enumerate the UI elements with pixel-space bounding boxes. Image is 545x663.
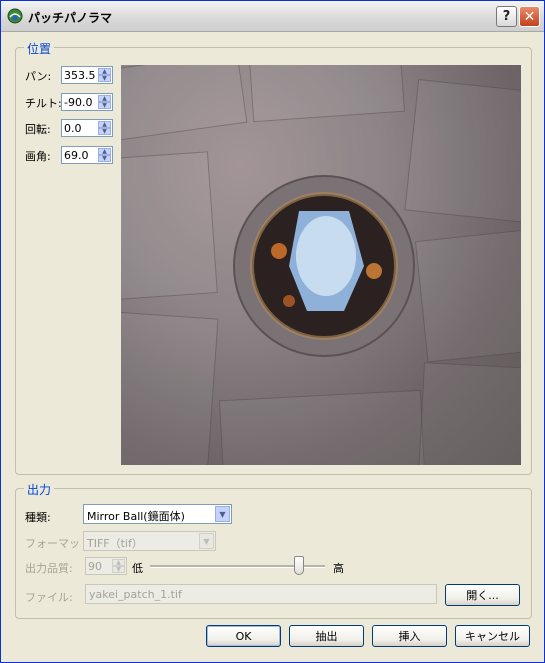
extract-label: 抽出	[315, 630, 338, 643]
file-field[interactable]: yakei_patch_1.tif	[85, 584, 437, 604]
quality-down-arrow-icon[interactable]: ▼	[112, 566, 125, 573]
quality-high-label: 高	[333, 562, 344, 575]
paving-stone	[414, 229, 521, 363]
tilt-label: チルト:	[25, 97, 62, 110]
close-button[interactable]: ✕	[519, 6, 540, 27]
quality-up-arrow-icon[interactable]: ▲	[112, 559, 125, 566]
paving-stone	[121, 65, 248, 141]
insert-button[interactable]: 挿入	[372, 625, 447, 647]
kind-select[interactable]: Mirror Ball(鏡面体) ▼	[83, 504, 232, 524]
output-group-title: 出力	[24, 481, 55, 498]
pan-up-arrow-icon[interactable]: ▲	[98, 68, 111, 75]
quality-low-label: 低	[132, 562, 143, 575]
paving-stone	[218, 389, 426, 465]
quality-spinbox[interactable]: 90 ▲ ▼	[85, 557, 127, 575]
angle-spinbox[interactable]: 69.0 ▲ ▼	[61, 146, 113, 164]
pan-label: パン:	[25, 70, 52, 83]
open-file-button[interactable]: 開く...	[445, 584, 520, 606]
quality-slider-thumb[interactable]	[293, 556, 304, 575]
format-value: TIFF（tif）	[87, 537, 143, 550]
angle-down-arrow-icon[interactable]: ▼	[98, 155, 111, 162]
paving-stone	[121, 311, 219, 465]
panorama-preview[interactable]	[121, 65, 521, 465]
file-value: yakei_patch_1.tif	[89, 588, 182, 601]
dialog-window: パッチパノラマ ? ✕ 位置 パン: 353.5 ▲ ▼ チルト: -90.0 ▲…	[0, 0, 545, 663]
extract-button[interactable]: 抽出	[289, 625, 364, 647]
chevron-down-icon[interactable]: ▼	[199, 533, 214, 549]
file-label: ファイル:	[25, 591, 73, 604]
help-icon: ?	[502, 9, 511, 24]
quality-label: 出力品質:	[25, 562, 73, 575]
kind-value: Mirror Ball(鏡面体)	[87, 510, 185, 523]
cancel-label: キャンセル	[465, 630, 520, 643]
cancel-button[interactable]: キャンセル	[455, 625, 530, 647]
pan-value[interactable]: 353.5	[64, 69, 96, 82]
format-select[interactable]: TIFF（tif） ▼	[83, 531, 216, 551]
ok-label: OK	[235, 629, 252, 643]
kind-label: 種類:	[25, 511, 51, 524]
angle-value[interactable]: 69.0	[64, 149, 89, 162]
close-icon: ✕	[523, 8, 536, 25]
app-icon	[7, 8, 23, 24]
title-bar[interactable]: パッチパノラマ ? ✕	[1, 1, 544, 32]
help-button[interactable]: ?	[496, 6, 517, 27]
tilt-spinbox[interactable]: -90.0 ▲ ▼	[61, 93, 113, 111]
open-file-label: 開く...	[466, 589, 499, 602]
position-group-title: 位置	[24, 40, 55, 57]
rotate-down-arrow-icon[interactable]: ▼	[98, 128, 111, 135]
pan-down-arrow-icon[interactable]: ▼	[98, 75, 111, 82]
rotate-spinbox[interactable]: 0.0 ▲ ▼	[61, 119, 113, 137]
tilt-value[interactable]: -90.0	[64, 96, 92, 109]
paving-stone	[249, 65, 405, 123]
paving-stone	[121, 151, 218, 301]
rotate-label: 回転:	[25, 123, 51, 136]
angle-label: 画角:	[25, 150, 51, 163]
angle-up-arrow-icon[interactable]: ▲	[98, 148, 111, 155]
paving-stone	[404, 78, 521, 224]
rotate-value[interactable]: 0.0	[64, 122, 82, 135]
ok-button[interactable]: OK	[206, 625, 281, 647]
quality-value[interactable]: 90	[88, 560, 102, 573]
rotate-up-arrow-icon[interactable]: ▲	[98, 121, 111, 128]
paving-stone	[418, 362, 521, 465]
chevron-down-icon[interactable]: ▼	[215, 506, 230, 522]
window-title: パッチパノラマ	[28, 11, 113, 25]
mirror-ball	[233, 175, 415, 357]
insert-label: 挿入	[398, 630, 421, 643]
tilt-up-arrow-icon[interactable]: ▲	[98, 95, 111, 102]
tilt-down-arrow-icon[interactable]: ▼	[98, 102, 111, 109]
pan-spinbox[interactable]: 353.5 ▲ ▼	[61, 66, 113, 84]
